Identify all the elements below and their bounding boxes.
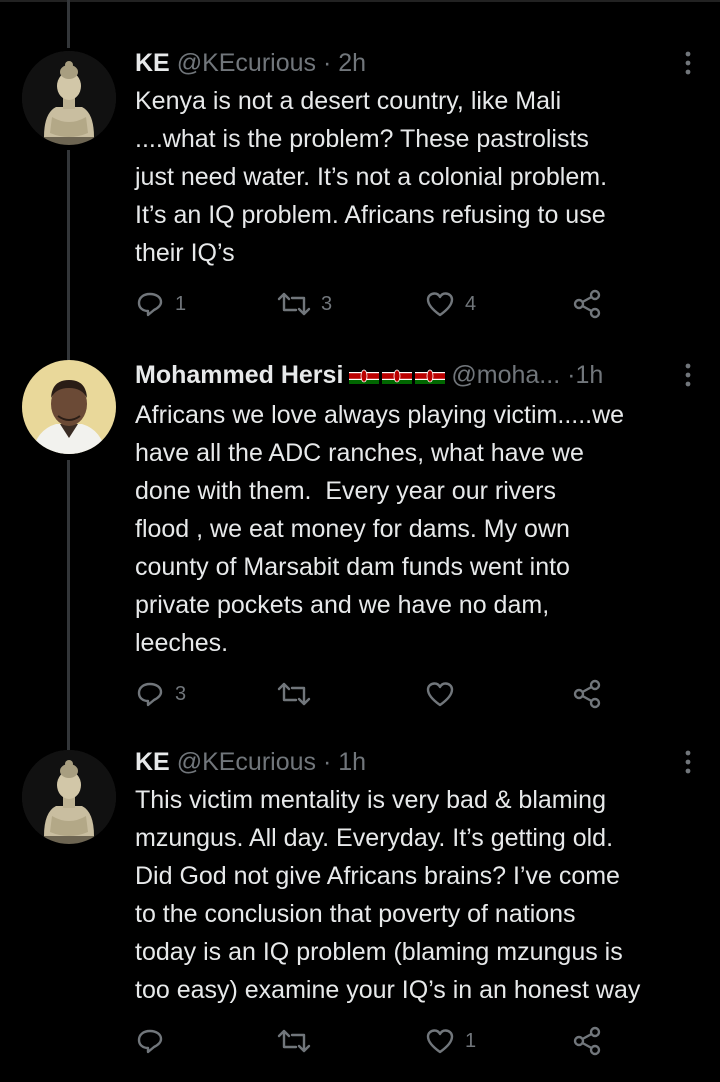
- reply-button[interactable]: [135, 1023, 175, 1059]
- action-bar: 3: [135, 676, 615, 712]
- share-button[interactable]: [570, 676, 604, 712]
- avatar[interactable]: [22, 750, 116, 844]
- tweet-text: Africans we love always playing victim..…: [135, 401, 625, 657]
- retweet-icon: [277, 1029, 311, 1053]
- tweet-header: Mohammed Hersi @moha... ·1h: [135, 358, 660, 392]
- tweet-header: KE @KEcurious · 1h: [135, 745, 660, 779]
- kenya-flag-icons: [349, 368, 446, 385]
- retweet-button[interactable]: 3: [277, 286, 332, 322]
- timestamp[interactable]: 1h: [575, 361, 603, 389]
- like-button[interactable]: [425, 676, 465, 712]
- retweet-button[interactable]: [277, 1023, 321, 1059]
- tweet-text: Kenya is not a desert country, like Mali…: [135, 87, 608, 267]
- tweet[interactable]: KE @KEcurious · 1h This victim mentality…: [0, 745, 720, 1075]
- reply-count: 1: [175, 292, 187, 315]
- action-bar: 1 3 4: [135, 286, 615, 322]
- buddha-statue-avatar-icon: [22, 51, 116, 145]
- avatar[interactable]: [22, 51, 116, 145]
- action-bar: 1: [135, 1023, 615, 1059]
- share-icon: [573, 289, 601, 319]
- more-options-icon[interactable]: [678, 360, 698, 390]
- reply-icon: [137, 682, 163, 707]
- share-button[interactable]: [570, 286, 604, 322]
- display-name[interactable]: KE: [135, 49, 170, 77]
- thread-line-top: [67, 0, 70, 48]
- like-count: 1: [465, 1029, 477, 1052]
- like-button[interactable]: 1: [425, 1023, 476, 1059]
- reply-icon: [137, 1029, 163, 1054]
- separator: ·: [322, 49, 332, 77]
- tweet-text: This victim mentality is very bad & blam…: [135, 786, 641, 1004]
- tweet[interactable]: Mohammed Hersi @moha... ·1h Africans we …: [0, 358, 720, 713]
- display-name[interactable]: Mohammed Hersi: [135, 361, 343, 389]
- reply-button[interactable]: 3: [135, 676, 186, 712]
- separator: ·: [322, 748, 332, 776]
- share-icon: [573, 679, 601, 709]
- display-name[interactable]: KE: [135, 748, 170, 776]
- tweet[interactable]: KE @KEcurious · 2h Kenya is not a desert…: [0, 46, 720, 336]
- profile-photo-avatar-icon: [22, 360, 116, 454]
- like-button[interactable]: 4: [425, 286, 476, 322]
- reply-icon: [137, 292, 163, 317]
- share-icon: [573, 1026, 601, 1056]
- like-count: 4: [465, 292, 477, 315]
- user-handle[interactable]: @KEcurious: [177, 49, 316, 77]
- reply-count: 3: [175, 682, 187, 705]
- user-handle[interactable]: @moha...: [451, 361, 560, 389]
- retweet-count: 3: [321, 292, 333, 315]
- more-options-icon[interactable]: [678, 747, 698, 777]
- timestamp[interactable]: 1h: [338, 748, 366, 776]
- timestamp[interactable]: 2h: [338, 49, 366, 77]
- avatar[interactable]: [22, 360, 116, 454]
- retweet-button[interactable]: [277, 676, 321, 712]
- top-divider: [0, 0, 720, 2]
- share-button[interactable]: [570, 1023, 604, 1059]
- retweet-icon: [277, 682, 311, 706]
- reply-button[interactable]: 1: [135, 286, 186, 322]
- retweet-icon: [277, 292, 311, 316]
- tweet-header: KE @KEcurious · 2h: [135, 46, 660, 80]
- buddha-statue-avatar-icon: [22, 750, 116, 844]
- heart-icon: [426, 292, 454, 317]
- heart-icon: [426, 1029, 454, 1054]
- more-options-icon[interactable]: [678, 48, 698, 78]
- user-handle[interactable]: @KEcurious: [177, 748, 316, 776]
- heart-icon: [426, 682, 454, 707]
